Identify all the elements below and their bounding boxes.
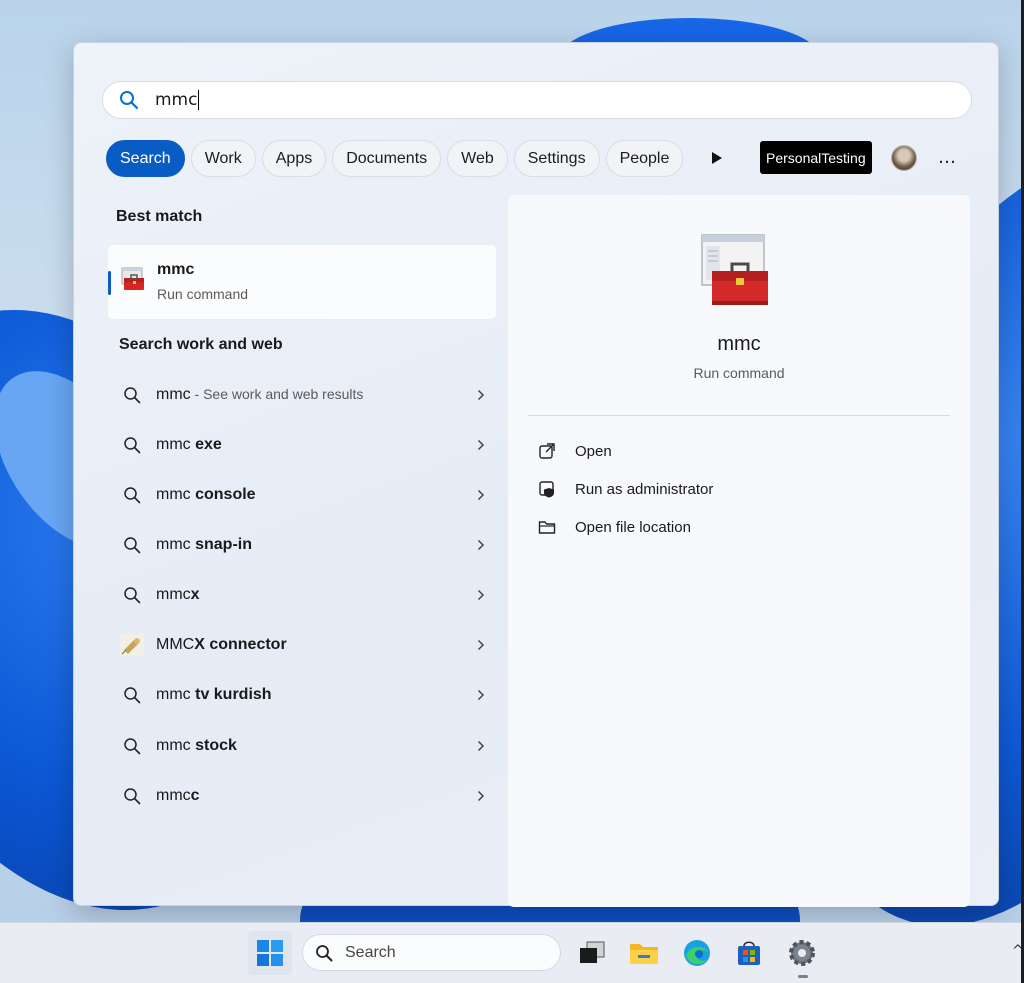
search-icon xyxy=(108,536,156,554)
suggestion-label: mmcx xyxy=(156,586,200,603)
divider xyxy=(528,415,950,416)
best-match-type: Run command xyxy=(157,286,249,302)
toolbox-icon xyxy=(698,231,774,311)
chevron-right-icon xyxy=(466,639,496,651)
chevron-right-icon xyxy=(466,489,496,501)
settings-icon[interactable] xyxy=(780,931,824,975)
search-icon xyxy=(103,90,155,110)
edge-icon[interactable] xyxy=(675,931,719,975)
web-suggestion-item[interactable]: mmc tv kurdish xyxy=(108,672,496,718)
chevron-right-icon xyxy=(466,740,496,752)
tab-settings[interactable]: Settings xyxy=(513,140,600,177)
search-icon xyxy=(108,787,156,805)
suggestion-label: mmc tv kurdish xyxy=(156,686,272,703)
open-action[interactable]: Open xyxy=(538,437,612,465)
run-as-admin-action[interactable]: Run as administrator xyxy=(538,475,713,503)
more-filters-arrow-icon[interactable] xyxy=(710,149,724,167)
search-icon xyxy=(108,486,156,504)
tab-apps[interactable]: Apps xyxy=(261,140,327,177)
taskbar: Search ^ xyxy=(0,922,1024,983)
web-suggestion-item[interactable]: mmcx xyxy=(108,572,496,618)
taskbar-search[interactable]: Search xyxy=(302,934,561,971)
web-suggestion-item[interactable]: mmc - See work and web results xyxy=(108,372,496,418)
detail-app-name: mmc xyxy=(717,333,761,355)
tab-work[interactable]: Work xyxy=(190,140,256,177)
tab-web[interactable]: Web xyxy=(447,140,508,177)
avatar[interactable] xyxy=(891,145,917,171)
web-suggestion-item[interactable]: mmc stock xyxy=(108,723,496,769)
store-icon[interactable] xyxy=(727,931,771,975)
task-view-icon[interactable] xyxy=(570,931,614,975)
taskbar-search-label: Search xyxy=(345,943,396,961)
more-options-icon[interactable]: … xyxy=(938,147,957,168)
search-icon xyxy=(303,944,345,962)
account-label[interactable]: PersonalTesting xyxy=(760,141,872,174)
tab-people[interactable]: People xyxy=(605,140,684,177)
web-suggestion-item[interactable]: mmc snap-in xyxy=(108,522,496,568)
suggestion-label: mmc console xyxy=(156,486,256,503)
best-match-name: mmc xyxy=(157,261,195,278)
suggestion-label: mmc - See work and web results xyxy=(156,386,364,403)
start-search-panel: mmc Search Work Apps Documents Web Setti… xyxy=(73,42,999,907)
chevron-right-icon xyxy=(466,589,496,601)
connector-image-icon xyxy=(108,634,156,656)
search-icon xyxy=(108,436,156,454)
suggestion-label: MMCX connector xyxy=(156,636,287,653)
suggestion-label: mmc snap-in xyxy=(156,536,252,553)
best-match-heading: Best match xyxy=(116,208,203,225)
open-external-icon xyxy=(538,442,575,460)
file-explorer-icon[interactable] xyxy=(622,931,666,975)
web-suggestion-item[interactable]: mmc console xyxy=(108,472,496,518)
start-button[interactable] xyxy=(248,931,292,975)
suggestion-label: mmc exe xyxy=(156,436,222,453)
selection-indicator xyxy=(108,271,111,295)
suggestion-label: mmc stock xyxy=(156,737,237,754)
open-file-location-action[interactable]: Open file location xyxy=(538,513,691,541)
best-match-item[interactable]: mmc Run command xyxy=(108,245,496,319)
detail-app-type: Run command xyxy=(693,365,785,381)
web-suggestion-item[interactable]: mmc exe xyxy=(108,422,496,468)
suggestion-label: mmcc xyxy=(156,787,200,804)
windows-logo-icon xyxy=(257,940,283,966)
shield-icon xyxy=(538,480,575,498)
search-filter-tabs: Search Work Apps Documents Web Settings … xyxy=(106,140,689,177)
tab-documents[interactable]: Documents xyxy=(332,140,442,177)
search-input[interactable]: mmc xyxy=(102,81,972,119)
web-results-heading: Search work and web xyxy=(119,336,283,353)
folder-icon xyxy=(538,519,575,535)
tab-search[interactable]: Search xyxy=(106,140,185,177)
web-suggestion-item[interactable]: MMCX connector xyxy=(108,622,496,668)
running-indicator xyxy=(798,975,808,978)
search-icon xyxy=(108,737,156,755)
chevron-right-icon xyxy=(466,439,496,451)
result-detail-pane: mmc Run command Open Run as administrato… xyxy=(508,195,970,907)
search-icon xyxy=(108,686,156,704)
toolbox-icon xyxy=(120,267,146,293)
chevron-right-icon xyxy=(466,539,496,551)
web-suggestion-item[interactable]: mmcc xyxy=(108,773,496,819)
search-query: mmc xyxy=(155,90,200,110)
run-as-admin-label: Run as administrator xyxy=(575,480,714,498)
open-action-label: Open xyxy=(575,442,612,460)
open-file-location-label: Open file location xyxy=(575,518,691,536)
search-icon xyxy=(108,586,156,604)
chevron-right-icon xyxy=(466,389,496,401)
chevron-right-icon xyxy=(466,689,496,701)
chevron-right-icon xyxy=(466,790,496,802)
search-icon xyxy=(108,386,156,404)
